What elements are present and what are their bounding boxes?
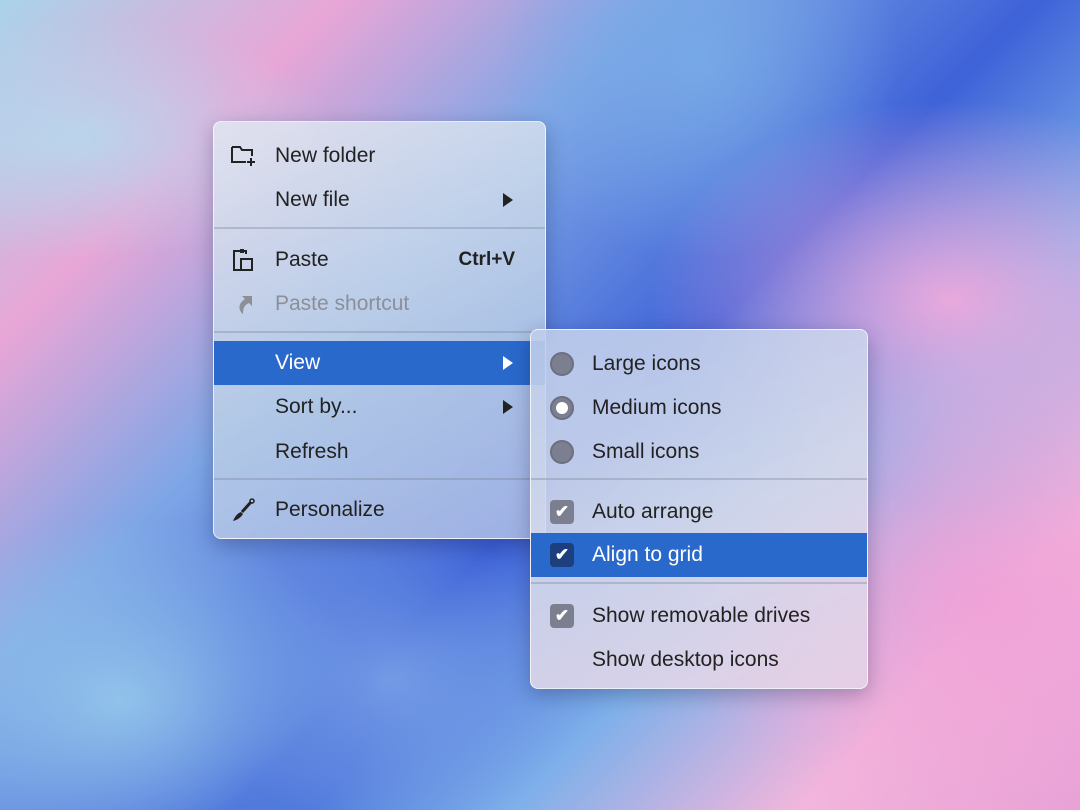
menu-separator (214, 227, 545, 229)
submenu-item-small-icons[interactable]: Small icons (531, 430, 867, 474)
menu-item-new-folder[interactable]: New folder (214, 134, 545, 178)
menu-item-label: Align to grid (592, 543, 703, 566)
paintbrush-icon (233, 498, 255, 521)
checkbox-checked-icon[interactable]: ✔ (550, 500, 574, 524)
submenu-item-show-removable-drives[interactable]: ✔ Show removable drives (531, 594, 867, 638)
menu-item-paste-shortcut: Paste shortcut (214, 282, 545, 326)
menu-item-label: Paste shortcut (275, 292, 410, 315)
submenu-arrow-icon (503, 193, 513, 207)
menu-item-label: Refresh (275, 440, 349, 463)
checkbox-checked-icon[interactable]: ✔ (550, 604, 574, 628)
checkbox-checked-icon[interactable]: ✔ (550, 543, 574, 567)
desktop-context-menu: New folder New file Paste Ctrl+V Paste s… (213, 121, 546, 539)
menu-item-label: Large icons (592, 352, 701, 375)
shortcut-arrow-icon (239, 296, 252, 314)
paste-icon (233, 249, 253, 271)
menu-item-personalize[interactable]: Personalize (214, 488, 545, 532)
menu-separator (214, 331, 545, 333)
radio-icon[interactable] (550, 352, 574, 376)
menu-item-label: Personalize (275, 498, 385, 521)
radio-icon[interactable] (550, 440, 574, 464)
menu-item-view[interactable]: View (214, 341, 545, 385)
submenu-item-large-icons[interactable]: Large icons (531, 342, 867, 386)
menu-separator (214, 478, 545, 480)
menu-item-label: Show desktop icons (592, 648, 779, 671)
menu-item-label: Small icons (592, 440, 700, 463)
submenu-arrow-icon (503, 356, 513, 370)
menu-item-label: Show removable drives (592, 604, 811, 627)
menu-separator (531, 478, 867, 480)
menu-item-label: New file (275, 188, 350, 211)
new-folder-icon (231, 146, 255, 166)
radio-selected-icon[interactable] (550, 396, 574, 420)
menu-item-label: Auto arrange (592, 500, 714, 523)
submenu-item-auto-arrange[interactable]: ✔ Auto arrange (531, 490, 867, 534)
menu-item-label: Medium icons (592, 396, 722, 419)
menu-item-label: Sort by... (275, 395, 358, 418)
menu-item-refresh[interactable]: Refresh (214, 430, 545, 474)
menu-item-new-file[interactable]: New file (214, 178, 545, 222)
menu-item-label: Paste (275, 248, 329, 271)
submenu-item-show-desktop-icons[interactable]: Show desktop icons (531, 638, 867, 682)
menu-item-sort-by[interactable]: Sort by... (214, 385, 545, 429)
menu-item-label: New folder (275, 144, 376, 167)
submenu-item-align-to-grid[interactable]: ✔ Align to grid (531, 533, 867, 577)
menu-item-paste[interactable]: Paste Ctrl+V (214, 238, 545, 282)
submenu-arrow-icon (503, 400, 513, 414)
menu-item-label: View (275, 351, 321, 374)
menu-separator (531, 582, 867, 584)
submenu-item-medium-icons[interactable]: Medium icons (531, 386, 867, 430)
view-submenu: Large icons Medium icons Small icons ✔ A… (530, 329, 868, 689)
shortcut-text: Ctrl+V (458, 249, 516, 270)
